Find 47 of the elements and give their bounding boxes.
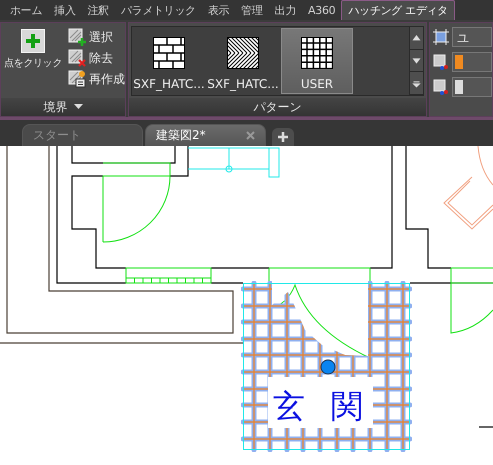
room-label: 玄関: [273, 387, 389, 425]
hatch-color-icon: [433, 54, 449, 70]
ribbon-tab[interactable]: 表示: [202, 0, 236, 20]
boundary-tool-button[interactable]: 選択: [68, 28, 125, 46]
new-tab-button[interactable]: [272, 128, 294, 146]
pick-points-button[interactable]: 点をクリック: [1, 23, 65, 98]
file-tab-label: 建築図2*: [156, 127, 207, 144]
panel-title: 境界: [44, 98, 68, 116]
hatch-type-icon: [433, 29, 449, 45]
grip-icon: [226, 166, 232, 172]
ribbon-tab[interactable]: 注釈: [82, 0, 115, 20]
pattern-name: SXF_HATC...: [207, 77, 279, 91]
ribbon-tab[interactable]: 挿入: [48, 0, 82, 20]
remove-boundary-icon: [68, 49, 86, 67]
pattern-swatch[interactable]: SXF_HATC...: [133, 28, 205, 94]
ribbon-tab[interactable]: ホーム: [4, 0, 48, 20]
ribbon-tab[interactable]: パラメトリック: [114, 0, 202, 20]
plus-icon: [278, 132, 288, 142]
file-tab-label: スタート: [33, 127, 82, 144]
background-color-icon: [433, 79, 449, 95]
ribbon-tab[interactable]: ハッチング エディタ: [341, 0, 455, 20]
pattern-name: SXF_HATC...: [133, 77, 205, 91]
boundary-tool-button[interactable]: 再作成: [68, 70, 125, 88]
color-dropdown[interactable]: [452, 77, 492, 97]
panel-title: パターン: [254, 98, 302, 116]
hatch-type-dropdown[interactable]: ユ: [452, 27, 492, 47]
file-tab[interactable]: 建築図2*: [145, 124, 266, 146]
ribbon-tab[interactable]: A360: [302, 0, 342, 20]
boundary-tool-button[interactable]: 除去: [68, 49, 125, 67]
hatch-pattern-icon: [227, 37, 259, 69]
ribbon-tab[interactable]: 出力: [268, 0, 302, 20]
scroll-up-icon[interactable]: [410, 27, 423, 50]
door-drawing: [450, 268, 493, 334]
add-boundary-icon: [68, 28, 86, 46]
recreate-boundary-icon: [68, 70, 86, 88]
hatch-pattern-icon: [301, 37, 333, 69]
caret-icon[interactable]: [74, 104, 82, 110]
expand-gallery-icon[interactable]: [410, 72, 423, 96]
pattern-name: USER: [300, 77, 334, 91]
add-point-icon: [21, 29, 45, 53]
pattern-swatch[interactable]: USER: [281, 28, 353, 94]
hatch-pattern-icon: [153, 37, 185, 69]
color-dropdown[interactable]: [452, 52, 492, 72]
scroll-down-icon[interactable]: [410, 50, 423, 72]
grip-icon[interactable]: [320, 360, 336, 374]
wall-line: [479, 426, 493, 428]
ribbon-tab[interactable]: 管理: [235, 0, 269, 20]
